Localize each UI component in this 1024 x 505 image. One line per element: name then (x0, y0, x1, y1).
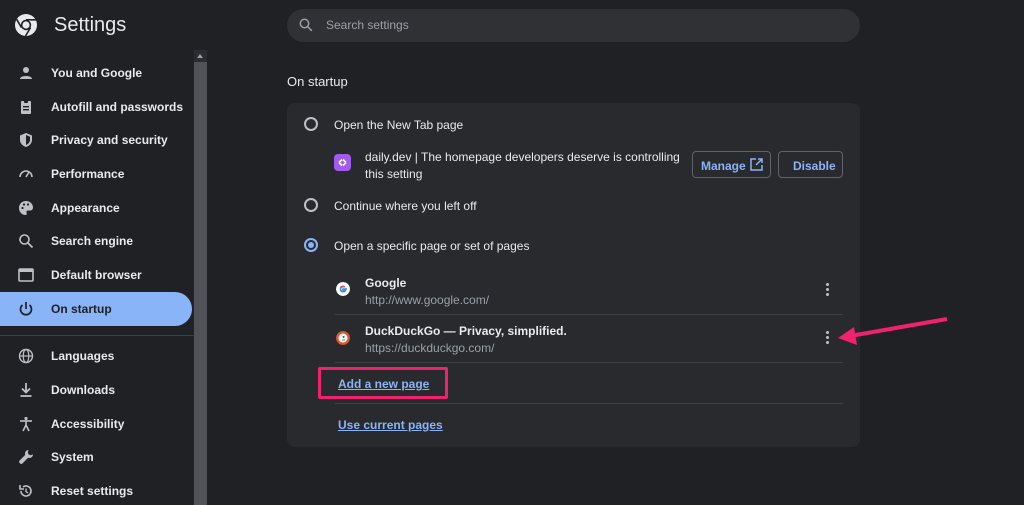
sidebar: You and Google Autofill and passwords Pr… (0, 50, 194, 505)
wrench-icon (19, 450, 33, 464)
globe-icon (18, 348, 34, 364)
search-icon (299, 18, 313, 32)
daily-dev-extension-icon (334, 154, 351, 171)
search-placeholder: Search settings (326, 18, 409, 32)
gauge-icon (19, 170, 33, 178)
palette-icon (19, 201, 33, 215)
sidebar-item-default-browser[interactable]: Default browser (0, 258, 192, 292)
duckduckgo-favicon-icon (336, 331, 350, 345)
sidebar-item-label: Autofill and passwords (51, 100, 184, 114)
annotation-arrow-icon (838, 317, 948, 345)
open-external-icon (750, 158, 763, 171)
sidebar-item-performance[interactable]: Performance (0, 157, 192, 191)
sidebar-item-accessibility[interactable]: Accessibility (0, 407, 192, 441)
row-divider (335, 403, 843, 404)
manage-button-label: Manage (701, 159, 746, 173)
annotation-highlight-box (318, 367, 448, 399)
extension-notice: daily.dev | The homepage developers dese… (365, 150, 680, 181)
use-current-pages-link[interactable]: Use current pages (338, 418, 443, 432)
sidebar-item-label: Performance (51, 167, 125, 181)
sidebar-divider (0, 335, 194, 336)
chrome-logo-icon (15, 14, 37, 37)
sidebar-item-system[interactable]: System (0, 440, 192, 474)
sidebar-item-label: Accessibility (51, 417, 125, 431)
sidebar-item-privacy[interactable]: Privacy and security (0, 123, 192, 157)
sidebar-item-label: On startup (51, 302, 112, 316)
page-title: Settings (54, 14, 127, 36)
radio-continue[interactable] (304, 198, 318, 212)
sidebar-item-appearance[interactable]: Appearance (0, 191, 192, 225)
radio-specific-pages[interactable] (304, 238, 318, 252)
shield-icon (20, 133, 32, 147)
sidebar-item-label: System (51, 450, 94, 464)
sidebar-item-label: Reset settings (51, 484, 134, 498)
sidebar-item-label: Appearance (51, 201, 120, 215)
sidebar-item-downloads[interactable]: Downloads (0, 373, 192, 407)
page-title-google: Google (365, 276, 407, 290)
more-actions-duckduckgo-icon[interactable] (824, 330, 832, 346)
disable-button[interactable]: Disable (778, 151, 843, 178)
sidebar-item-languages[interactable]: Languages (0, 339, 192, 373)
search-icon (19, 234, 34, 249)
sidebar-item-label: Downloads (51, 383, 116, 397)
sidebar-item-label: Search engine (51, 234, 134, 248)
sidebar-scrollbar[interactable] (194, 50, 207, 505)
option-label: Continue where you left off (334, 199, 477, 213)
disable-button-label: Disable (793, 159, 836, 173)
option-label: Open a specific page or set of pages (334, 239, 530, 253)
clipboard-icon (21, 100, 31, 114)
section-title: On startup (287, 74, 348, 89)
manage-button[interactable]: Manage (692, 151, 771, 178)
sidebar-item-label: Languages (51, 349, 115, 363)
reset-icon (19, 485, 32, 497)
page-url-duckduckgo: https://duckduckgo.com/ (365, 341, 495, 355)
google-favicon-icon (336, 282, 350, 296)
search-input[interactable]: Search settings (287, 9, 860, 42)
sidebar-item-label: Privacy and security (51, 133, 168, 147)
sidebar-item-label: You and Google (51, 66, 143, 80)
browser-icon (18, 268, 34, 282)
sidebar-item-autofill[interactable]: Autofill and passwords (0, 90, 192, 124)
sidebar-item-search-engine[interactable]: Search engine (0, 224, 192, 258)
sidebar-item-label: Default browser (51, 268, 142, 282)
option-label: Open the New Tab page (334, 118, 464, 132)
sidebar-item-you-and-google[interactable]: You and Google (0, 56, 192, 90)
download-icon (20, 383, 32, 397)
page-url-google: http://www.google.com/ (365, 293, 490, 307)
page-title-duckduckgo: DuckDuckGo — Privacy, simplified. (365, 324, 567, 338)
accessibility-icon (20, 416, 32, 432)
header: Settings Search settings (0, 0, 1024, 50)
person-icon (20, 67, 32, 79)
radio-new-tab[interactable] (304, 117, 318, 131)
scroll-up-arrow-icon[interactable] (197, 54, 203, 58)
sidebar-item-on-startup[interactable]: On startup (0, 292, 192, 326)
scroll-thumb[interactable] (194, 62, 207, 505)
more-actions-google-icon[interactable] (824, 282, 832, 298)
power-icon (19, 302, 33, 316)
row-divider (335, 362, 843, 363)
sidebar-item-reset-settings[interactable]: Reset settings (0, 474, 192, 505)
row-divider (335, 314, 843, 315)
